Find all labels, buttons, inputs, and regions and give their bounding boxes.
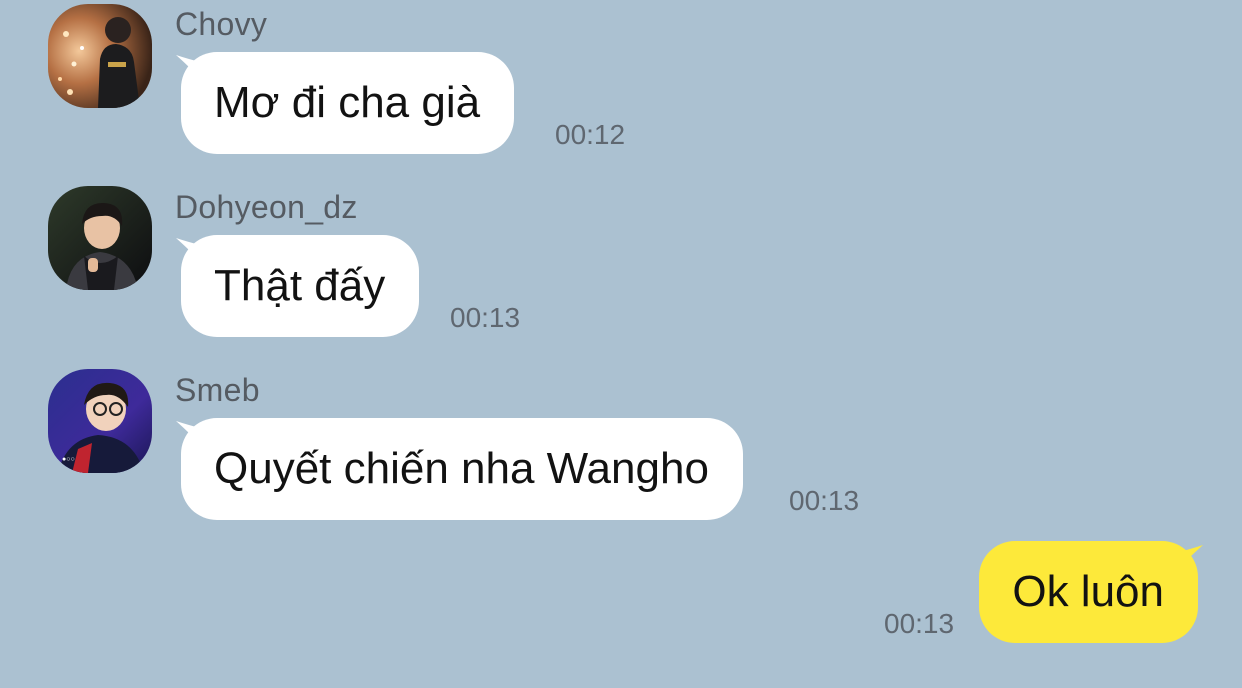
message-time: 00:12	[555, 119, 626, 150]
avatar-photo-chovy-icon	[48, 4, 152, 108]
message-bubble[interactable]: Mơ đi cha già	[181, 52, 515, 154]
message-time: 00:13	[450, 302, 521, 333]
svg-text:●○○: ●○○	[62, 456, 75, 463]
avatar[interactable]: ●○○	[48, 369, 152, 473]
sender-name: Smeb	[175, 372, 260, 408]
my-message-bubble[interactable]: Ok luôn	[979, 541, 1198, 643]
sender-name: Dohyeon_dz	[175, 189, 358, 225]
message-bubble[interactable]: Quyết chiến nha Wangho	[181, 418, 743, 520]
avatar[interactable]	[48, 4, 152, 108]
avatar[interactable]	[48, 186, 152, 290]
my-message-time: 00:13	[884, 608, 955, 639]
message-bubble[interactable]: Thật đấy	[181, 235, 420, 337]
avatar-photo-smeb-icon: ●○○	[48, 369, 152, 473]
chat-thread: Chovy Mơ đi cha già 00:12 Dohyeon_dz Thậ…	[0, 0, 1242, 688]
message-time: 00:13	[789, 485, 860, 516]
avatar-photo-dohyeon-icon	[48, 186, 152, 290]
sender-name: Chovy	[175, 6, 268, 42]
my-bubble-tail	[1175, 545, 1203, 573]
